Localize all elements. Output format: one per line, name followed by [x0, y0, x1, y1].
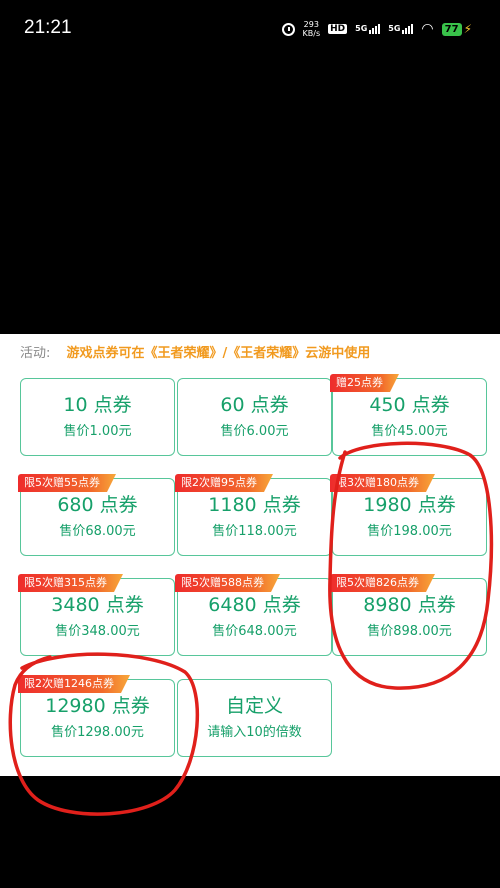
voucher-panel: 活动: 游戏点券可在《王者荣耀》/《王者荣耀》云游中使用 10 点券 售价1.0… [0, 334, 500, 776]
signal-5g-icon: 5G [355, 24, 381, 34]
card-price: 售价1.00元 [63, 424, 132, 439]
charging-bolt-icon: ⚡ [463, 22, 472, 36]
signal-label: 5G [388, 24, 401, 33]
card-price: 售价118.00元 [212, 524, 297, 539]
status-icons: 293 KB/s HD 5G 5G ◠ 77 ⚡ [281, 18, 472, 40]
bonus-tag: 限5次赠315点券 [18, 574, 123, 592]
voucher-card-custom[interactable]: 自定义 请输入10的倍数 [177, 679, 332, 757]
bonus-tag: 限3次赠180点券 [330, 474, 435, 492]
net-speed-unit: KB/s [302, 29, 321, 38]
alarm-icon [281, 22, 295, 36]
card-amount: 自定义 [225, 695, 283, 717]
bonus-tag: 限2次赠1246点券 [18, 675, 130, 693]
card-amount: 3480 点券 [51, 594, 144, 616]
net-speed-value: 293 [303, 20, 319, 29]
card-amount: 450 点券 [369, 394, 450, 416]
activity-label: 活动: [20, 346, 51, 361]
bonus-tag: 限5次赠55点券 [18, 474, 116, 492]
card-amount: 1180 点券 [208, 494, 301, 516]
hd-icon: HD [328, 24, 348, 34]
card-price: 售价348.00元 [55, 624, 140, 639]
bonus-tag: 赠25点券 [330, 374, 399, 392]
card-price: 售价198.00元 [367, 524, 452, 539]
signal-label: 5G [355, 24, 368, 33]
battery-icon: 77 [441, 22, 462, 36]
card-price: 售价898.00元 [367, 624, 452, 639]
card-price: 售价648.00元 [212, 624, 297, 639]
card-price: 售价1298.00元 [51, 725, 144, 740]
voucher-card-10[interactable]: 10 点券 售价1.00元 [20, 378, 175, 456]
network-speed: 293 KB/s [303, 20, 321, 38]
card-amount: 6480 点券 [208, 594, 301, 616]
wifi-icon: ◠ [421, 21, 434, 37]
voucher-card-60[interactable]: 60 点券 售价6.00元 [177, 378, 332, 456]
status-bar: 21:21 293 KB/s HD 5G 5G ◠ 77 ⚡ [0, 0, 500, 56]
card-amount: 10 点券 [63, 394, 132, 416]
card-price: 售价45.00元 [371, 424, 448, 439]
bonus-tag: 限5次赠588点券 [175, 574, 280, 592]
activity-line: 活动: 游戏点券可在《王者荣耀》/《王者荣耀》云游中使用 [20, 342, 370, 361]
card-price: 售价68.00元 [59, 524, 136, 539]
card-price: 售价6.00元 [220, 424, 289, 439]
signal-5g-icon: 5G [388, 24, 414, 34]
activity-text: 游戏点券可在《王者荣耀》/《王者荣耀》云游中使用 [66, 346, 371, 361]
card-price: 请输入10的倍数 [207, 725, 302, 740]
card-amount: 8980 点券 [363, 594, 456, 616]
bonus-tag: 限2次赠95点券 [175, 474, 273, 492]
bonus-tag: 限5次赠826点券 [330, 574, 435, 592]
card-amount: 12980 点券 [45, 695, 150, 717]
card-amount: 60 点券 [220, 394, 289, 416]
card-amount: 1980 点券 [363, 494, 456, 516]
card-amount: 680 点券 [57, 494, 138, 516]
status-time: 21:21 [24, 17, 72, 38]
